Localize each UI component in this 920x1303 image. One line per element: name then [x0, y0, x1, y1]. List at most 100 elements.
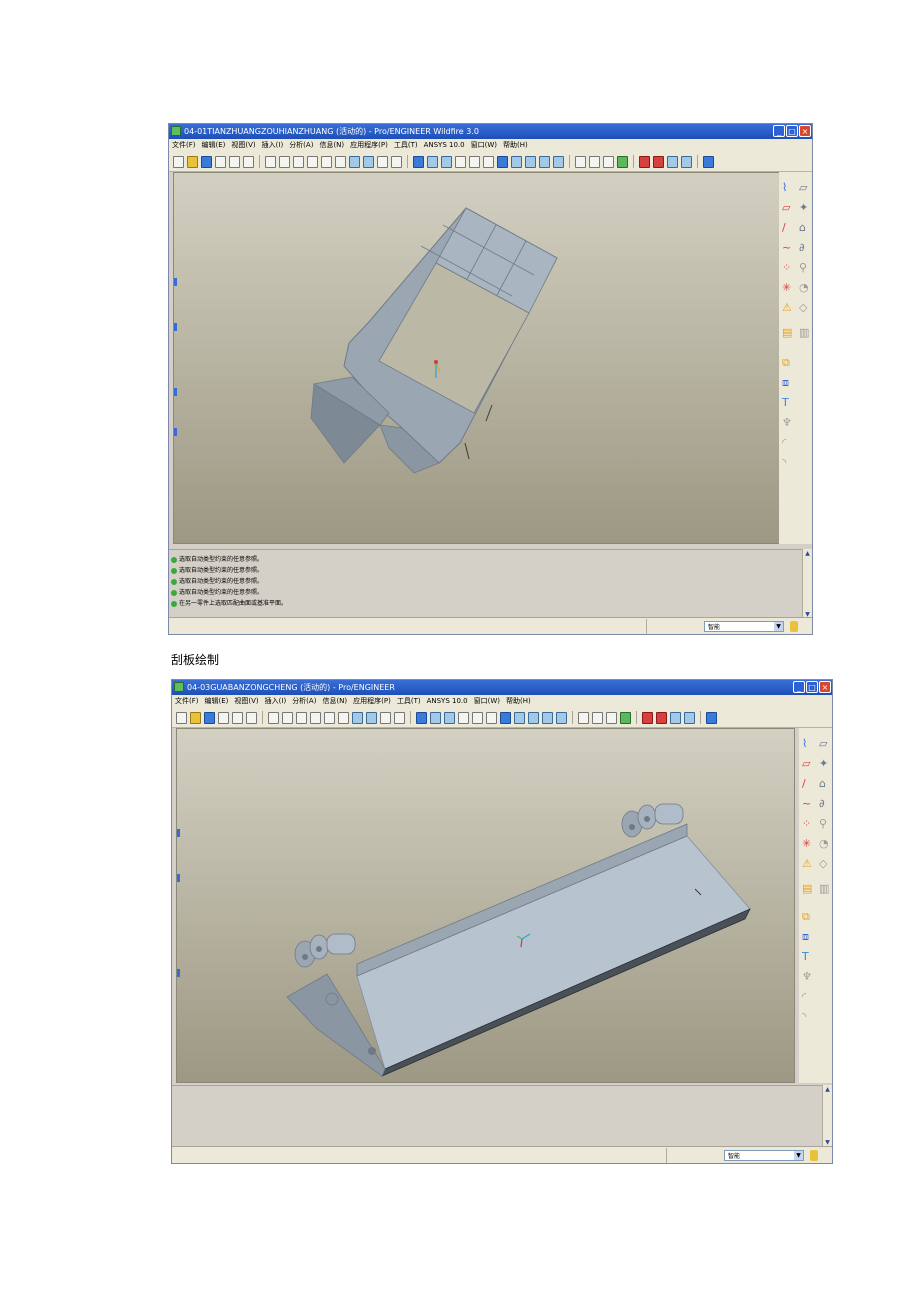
select-box-icon[interactable]: [394, 711, 405, 724]
datum-axis-display-icon[interactable]: [653, 155, 664, 168]
annotation-icon[interactable]: ▤: [782, 327, 792, 338]
menu-ansys[interactable]: ANSYS 10.0: [427, 695, 468, 708]
undo-icon[interactable]: [265, 155, 276, 168]
close-icon[interactable]: ×: [819, 681, 831, 693]
maximize-icon[interactable]: □: [786, 125, 798, 137]
view-manager-icon[interactable]: [556, 711, 567, 724]
revolve-icon[interactable]: ✦: [819, 758, 828, 769]
datum-plane-icon[interactable]: ▱: [799, 182, 807, 193]
spin-center-icon[interactable]: [427, 155, 438, 168]
refit-icon[interactable]: [500, 711, 511, 724]
preview-icon[interactable]: [232, 711, 243, 724]
find-icon[interactable]: [380, 711, 391, 724]
scroll-up-icon[interactable]: ▲: [803, 549, 812, 558]
pan-icon[interactable]: [458, 711, 469, 724]
scroll-up-icon[interactable]: ▲: [823, 1085, 832, 1094]
new-file-icon[interactable]: [176, 711, 187, 724]
offset-icon[interactable]: ◜: [802, 991, 806, 1002]
no-hidden-icon[interactable]: [606, 711, 617, 724]
chevron-down-icon[interactable]: ▼: [794, 1151, 803, 1160]
datum-plane-display-icon[interactable]: [639, 155, 650, 168]
analysis-icon[interactable]: ⚠: [802, 858, 812, 869]
preview-icon[interactable]: [229, 155, 240, 168]
datum-line-icon[interactable]: /: [782, 222, 786, 233]
close-icon[interactable]: ×: [799, 125, 811, 137]
menu-tools[interactable]: 工具(T): [397, 695, 421, 708]
copy-icon[interactable]: [307, 155, 318, 168]
analysis-icon[interactable]: ⚠: [782, 302, 792, 313]
wireframe-icon[interactable]: [578, 711, 589, 724]
reorient-icon[interactable]: [511, 155, 522, 168]
graphics-area[interactable]: [173, 172, 780, 544]
graphics-area[interactable]: [176, 728, 795, 1083]
datum-axis-icon[interactable]: ▱: [782, 202, 790, 213]
repaint-icon[interactable]: [413, 155, 424, 168]
hidden-line-icon[interactable]: [592, 711, 603, 724]
cut-icon[interactable]: [296, 711, 307, 724]
zoom-in-icon[interactable]: [472, 711, 483, 724]
datum-curve-icon[interactable]: ~: [802, 798, 811, 809]
menu-file[interactable]: 文件(F): [172, 139, 196, 152]
refit-icon[interactable]: [497, 155, 508, 168]
pan-icon[interactable]: [455, 155, 466, 168]
select-box-icon[interactable]: [391, 155, 402, 168]
paste-icon[interactable]: [321, 155, 332, 168]
minimize-icon[interactable]: _: [773, 125, 785, 137]
merge-icon[interactable]: ♆: [802, 971, 812, 982]
paste-icon[interactable]: [324, 711, 335, 724]
datum-point-display-icon[interactable]: [667, 155, 678, 168]
spin-center-icon[interactable]: [430, 711, 441, 724]
copy-icon[interactable]: [310, 711, 321, 724]
menu-applications[interactable]: 应用程序(P): [353, 695, 391, 708]
layers-icon[interactable]: [539, 155, 550, 168]
scraper-assembly-model[interactable]: [286, 803, 751, 1077]
datum-axis-display-icon[interactable]: [656, 711, 667, 724]
open-icon[interactable]: [190, 711, 201, 724]
chamfer-icon[interactable]: ◇: [819, 858, 827, 869]
menu-insert[interactable]: 插入(I): [262, 139, 284, 152]
thicken-icon[interactable]: ◝: [802, 1011, 806, 1022]
mirror-icon[interactable]: ⧈: [782, 377, 789, 388]
selection-filter-select[interactable]: 智能 ▼: [724, 1150, 804, 1161]
copy-feature-icon[interactable]: ⧉: [782, 357, 790, 368]
maximize-icon[interactable]: □: [806, 681, 818, 693]
title-bar[interactable]: 04-03GUABANZONGCHENG (活动的) - Pro/ENGINEE…: [172, 680, 832, 695]
menu-insert[interactable]: 插入(I): [265, 695, 287, 708]
cut-icon[interactable]: [293, 155, 304, 168]
help-icon[interactable]: [703, 155, 714, 168]
saved-views-icon[interactable]: [528, 711, 539, 724]
datum-point-display-icon[interactable]: [670, 711, 681, 724]
hole-icon[interactable]: ⚲: [799, 262, 807, 273]
round-icon[interactable]: ◔: [819, 838, 829, 849]
frame-assembly-model[interactable]: [310, 207, 558, 474]
menu-info[interactable]: 信息(N): [319, 139, 344, 152]
round-icon[interactable]: ◔: [799, 282, 809, 293]
zoom-in-icon[interactable]: [469, 155, 480, 168]
offset-icon[interactable]: ◜: [782, 437, 786, 448]
print-icon[interactable]: [215, 155, 226, 168]
save-icon[interactable]: [204, 711, 215, 724]
trim-icon[interactable]: T: [802, 951, 809, 962]
save-icon[interactable]: [201, 155, 212, 168]
extrude-icon[interactable]: ⌂: [799, 222, 806, 233]
hidden-line-icon[interactable]: [589, 155, 600, 168]
regen-manager-icon[interactable]: [363, 155, 374, 168]
menu-ansys[interactable]: ANSYS 10.0: [424, 139, 465, 152]
menu-help[interactable]: 帮助(H): [506, 695, 531, 708]
view-manager-icon[interactable]: [553, 155, 564, 168]
csys-icon[interactable]: ✳: [782, 282, 791, 293]
regenerate-icon[interactable]: [352, 711, 363, 724]
menu-analysis[interactable]: 分析(A): [292, 695, 316, 708]
no-hidden-icon[interactable]: [603, 155, 614, 168]
menu-info[interactable]: 信息(N): [322, 695, 347, 708]
datum-line-icon[interactable]: /: [802, 778, 806, 789]
merge-icon[interactable]: ♆: [782, 417, 792, 428]
wireframe-icon[interactable]: [575, 155, 586, 168]
datum-curve-icon[interactable]: ~: [782, 242, 791, 253]
datum-plane-display-icon[interactable]: [642, 711, 653, 724]
menu-edit[interactable]: 编辑(E): [205, 695, 229, 708]
menu-window[interactable]: 窗口(W): [474, 695, 500, 708]
shading-icon[interactable]: [620, 711, 631, 724]
menu-edit[interactable]: 编辑(E): [202, 139, 226, 152]
sweep-icon[interactable]: ∂: [819, 798, 825, 809]
